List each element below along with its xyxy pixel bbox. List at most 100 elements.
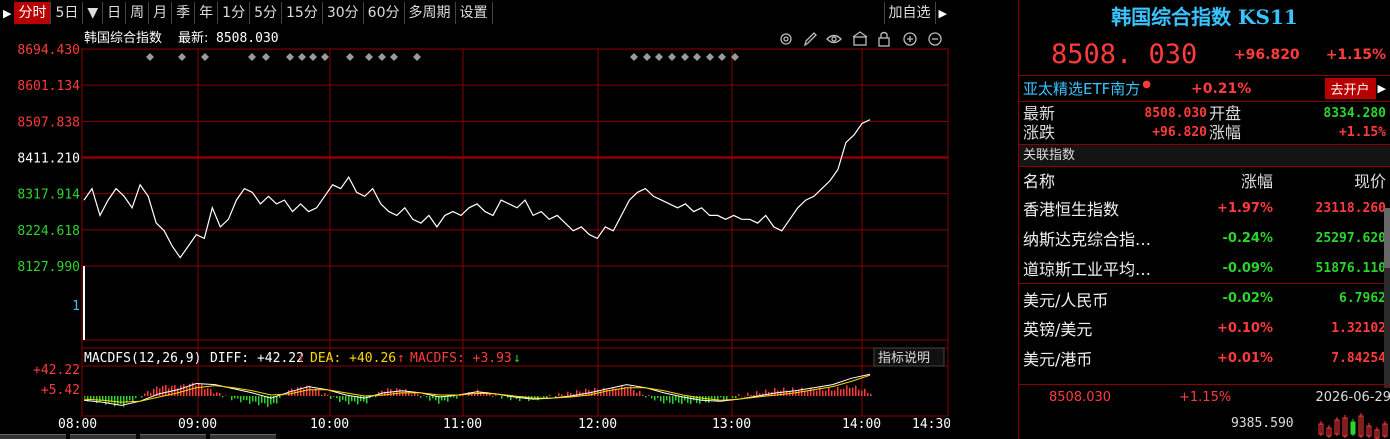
bottom-tab[interactable]	[0, 434, 66, 439]
event-marker-icon[interactable]	[706, 53, 714, 61]
event-marker-icon[interactable]	[390, 53, 398, 61]
event-marker-icon[interactable]	[365, 53, 373, 61]
bottom-tab[interactable]	[210, 434, 276, 439]
related-index-row[interactable]: 道琼斯工业平均… -0.09% 51876.110	[1019, 253, 1390, 283]
event-marker-icon[interactable]	[298, 53, 306, 61]
add-watchlist-button[interactable]: 加自选	[883, 2, 936, 24]
related-index-row[interactable]: 纳斯达克综合指… -0.24% 25297.620	[1019, 223, 1390, 253]
macd-histogram-bar	[678, 396, 680, 403]
period-tab[interactable]: 分时	[14, 2, 52, 24]
related-index-row[interactable]: 香港恒生指数 +1.97% 23118.260	[1019, 193, 1390, 223]
macd-histogram-bar	[141, 396, 143, 398]
macd-histogram-bar	[798, 390, 800, 396]
etf-name[interactable]: 亚太精选ETF南方	[1023, 78, 1140, 99]
event-marker-icon[interactable]	[178, 53, 186, 61]
intraday-chart[interactable]: 8694.430 8601.134 8507.838 8411.210 8317.914…	[0, 26, 950, 439]
event-marker-icon[interactable]	[201, 53, 209, 61]
period-tab[interactable]: 月	[149, 2, 173, 24]
event-marker-icon[interactable]	[718, 53, 726, 61]
etf-more-arrow-icon[interactable]: ▶	[1378, 82, 1386, 95]
macd-histogram-bar	[843, 388, 845, 396]
event-marker-icon[interactable]	[681, 53, 689, 61]
macd-histogram-bar	[867, 392, 869, 396]
event-marker-icon[interactable]	[693, 53, 701, 61]
macd-histogram-bar	[402, 391, 404, 396]
macd-histogram-bar	[645, 396, 647, 398]
period-tab[interactable]: 设置	[456, 2, 493, 24]
y-tick-label: 8127.990	[17, 260, 80, 275]
macd-histogram-bar	[201, 384, 203, 396]
lock-icon[interactable]	[878, 31, 890, 47]
macd-histogram-bar	[618, 389, 620, 396]
period-tab[interactable]: 5日	[51, 2, 84, 24]
macd-histogram-bar	[276, 396, 278, 404]
event-marker-icon[interactable]	[643, 53, 651, 61]
macd-histogram-bar	[195, 385, 197, 396]
related-index-row[interactable]: 美元/人民币 -0.02% 6.7962	[1019, 283, 1390, 313]
event-marker-icon[interactable]	[321, 53, 329, 61]
gear-icon[interactable]	[780, 33, 792, 45]
macd-histogram-bar	[255, 396, 257, 402]
macd-histogram-bar	[213, 393, 215, 396]
pencil-icon[interactable]	[803, 32, 817, 47]
macd-histogram-bar	[852, 387, 854, 396]
period-tab[interactable]: 年	[195, 2, 219, 24]
macd-histogram-bar	[216, 392, 218, 396]
event-marker-icon[interactable]	[309, 53, 317, 61]
left-arrow-icon[interactable]: ▶	[0, 7, 14, 20]
macd-histogram-bar	[345, 396, 347, 402]
event-marker-icon[interactable]	[668, 53, 676, 61]
chart-title: 韩国综合指数	[84, 31, 162, 46]
period-tab[interactable]: 60分	[364, 2, 405, 24]
right-arrow-icon[interactable]: ▶	[936, 7, 950, 20]
period-tab[interactable]: ▼	[83, 2, 104, 24]
event-marker-icon[interactable]	[286, 53, 294, 61]
event-marker-icon[interactable]	[262, 53, 270, 61]
period-tab[interactable]: 1分	[218, 2, 251, 24]
period-tab[interactable]: 多周期	[405, 2, 456, 24]
related-pct: -0.24%	[1222, 230, 1274, 246]
related-index-row[interactable]: 美元/港币 +0.01% 7.84254	[1019, 343, 1390, 373]
bottom-tab[interactable]	[140, 434, 206, 439]
event-marker-icon[interactable]	[630, 53, 638, 61]
macd-histogram-bar	[651, 396, 653, 399]
period-tab[interactable]: 5分	[250, 2, 283, 24]
event-marker-icon[interactable]	[413, 53, 421, 61]
event-marker-icon[interactable]	[378, 53, 386, 61]
minus-circle-icon[interactable]	[928, 32, 942, 46]
macd-histogram-bar	[483, 394, 485, 396]
plus-circle-icon[interactable]	[903, 32, 917, 46]
macd-histogram-bar	[813, 390, 815, 396]
macd-histogram-bar	[360, 396, 362, 402]
stat-value: 8508.030	[1144, 106, 1207, 121]
macd-histogram-bar	[732, 396, 734, 398]
period-tab[interactable]: 周	[126, 2, 150, 24]
macd-histogram-bar	[858, 389, 860, 396]
mini-chart[interactable]: 9385.590	[1019, 410, 1390, 439]
period-tab[interactable]: 30分	[323, 2, 364, 24]
period-tab[interactable]: 日	[103, 2, 127, 24]
macd-histogram-bar	[726, 396, 728, 400]
bottom-tab[interactable]	[70, 434, 136, 439]
event-marker-icon[interactable]	[248, 53, 256, 61]
macd-histogram-bar	[492, 396, 494, 397]
volume-tick-label: 1	[72, 299, 80, 314]
related-index-row[interactable]: 英镑/美元 +0.10% 1.32102	[1019, 313, 1390, 343]
event-marker-icon[interactable]	[346, 53, 354, 61]
eye-icon[interactable]	[826, 34, 842, 44]
related-name: 道琼斯工业平均…	[1023, 260, 1152, 279]
building-icon[interactable]	[852, 31, 868, 46]
etf-promo-row[interactable]: 亚太精选ETF南方 ● +0.21% 去开户 ▶	[1019, 76, 1390, 102]
event-marker-icon[interactable]	[146, 53, 154, 61]
period-tab[interactable]: 15分	[282, 2, 323, 24]
period-tab[interactable]: 季	[172, 2, 196, 24]
open-account-button[interactable]: 去开户	[1324, 78, 1376, 99]
macd-histogram-bar	[108, 396, 110, 403]
stat-label: 最新	[1023, 104, 1056, 123]
related-scrollbar-thumb[interactable]	[1384, 208, 1390, 268]
macd-series	[83, 373, 872, 407]
indicator-help-button[interactable]: 指标说明	[873, 347, 945, 367]
event-marker-icon[interactable]	[655, 53, 663, 61]
macd-histogram-bar	[261, 396, 263, 403]
macd-histogram-bar	[822, 390, 824, 396]
